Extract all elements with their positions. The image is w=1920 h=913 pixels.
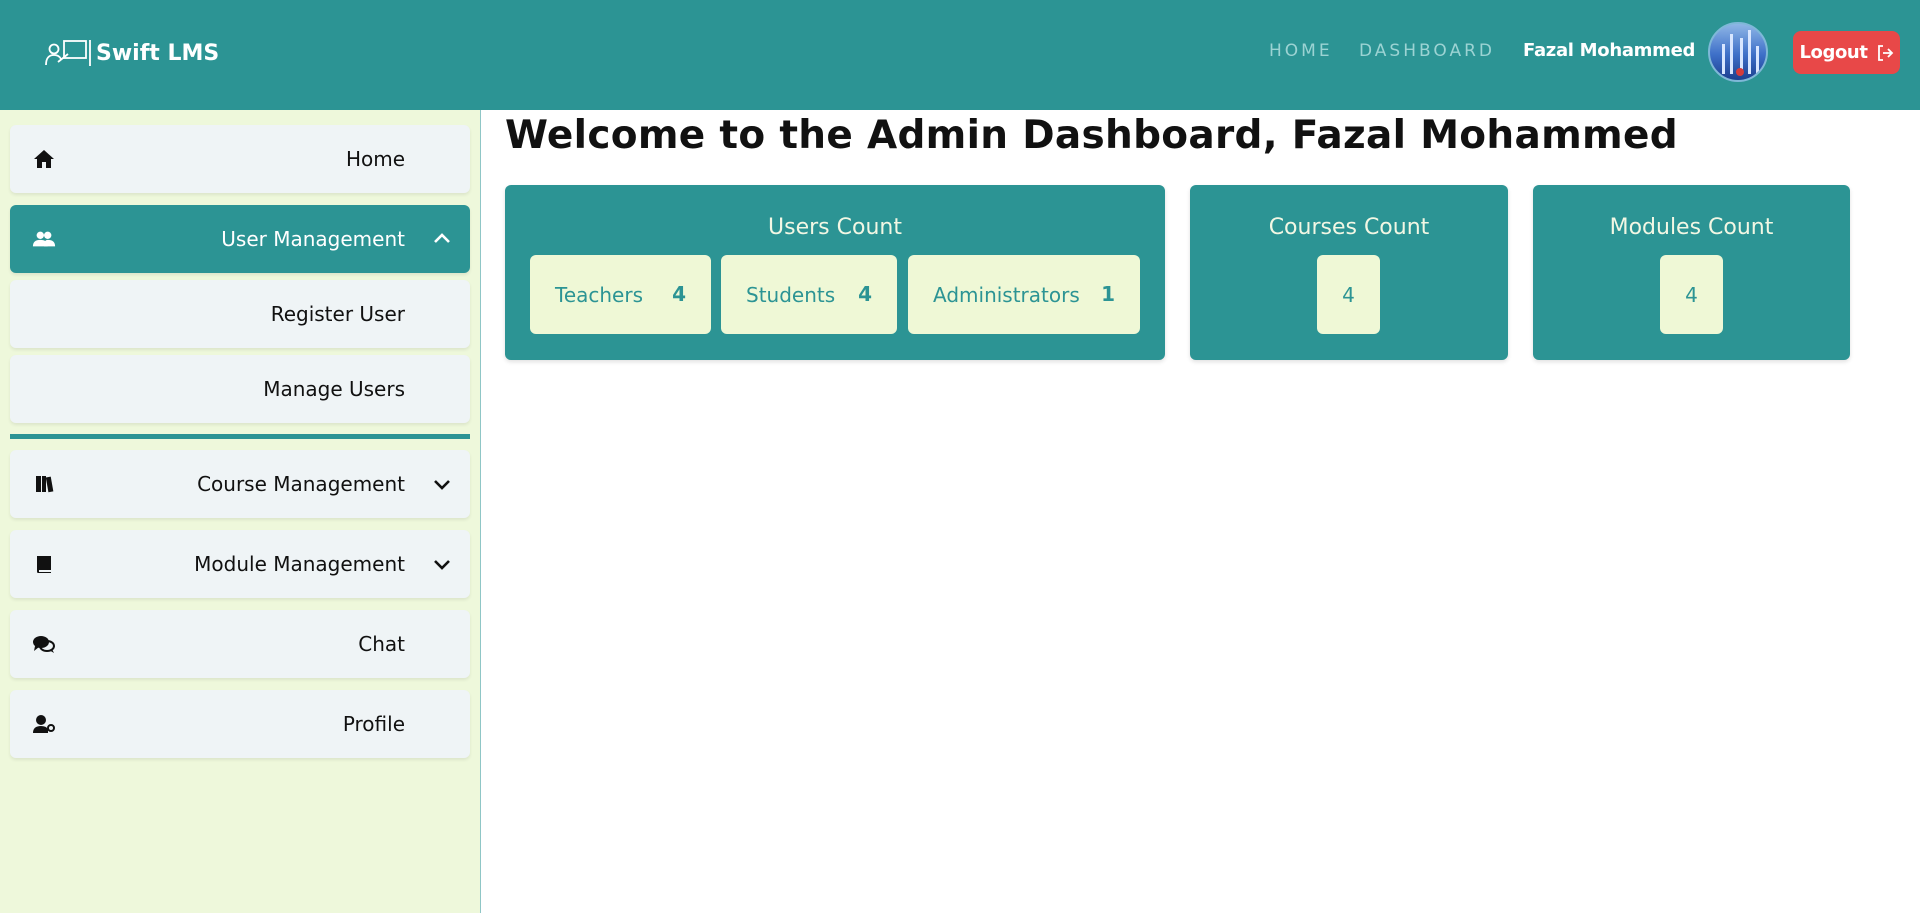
chat-icon (32, 633, 56, 655)
pill-value: 1 (1101, 282, 1115, 306)
teachers-count-pill: Teachers 4 (530, 255, 711, 334)
sidebar-item-label: Module Management (194, 552, 405, 576)
brand-name: Swift LMS (96, 40, 220, 66)
pill-label: Teachers (555, 283, 643, 307)
sidebar-item-module-management[interactable]: Module Management (10, 530, 470, 598)
sidebar: Home User Management Register User Manag… (0, 110, 481, 913)
teacher-board-icon (45, 40, 91, 66)
card-title: Modules Count (1609, 215, 1774, 240)
pill-label: Students (746, 283, 836, 307)
pill-value: 4 (858, 282, 872, 306)
pill-label: Administrators (933, 283, 1080, 307)
sidebar-item-course-management[interactable]: Course Management (10, 450, 470, 518)
users-icon (32, 228, 56, 250)
sidebar-item-label: Home (345, 147, 405, 171)
sidebar-subitem-manage-users[interactable]: Manage Users (10, 355, 470, 423)
chevron-up-icon[interactable] (432, 229, 452, 249)
avatar[interactable] (1708, 22, 1768, 82)
courses-count-pill: 4 (1317, 255, 1380, 334)
top-navbar: Swift LMS HOME DASHBOARD Fazal Mohammed … (0, 0, 1920, 110)
sidebar-item-label: Course Management (197, 472, 405, 496)
brand-logo[interactable]: Swift LMS (44, 38, 219, 68)
logout-button[interactable]: Logout (1793, 31, 1900, 74)
students-count-pill: Students 4 (721, 255, 897, 334)
books-icon (32, 473, 56, 495)
sidebar-item-profile[interactable]: Profile (10, 690, 470, 758)
modules-count-pill: 4 (1660, 255, 1723, 334)
chevron-down-icon[interactable] (432, 554, 452, 574)
card-title: Users Count (768, 215, 902, 240)
sidebar-item-label: Manage Users (263, 377, 405, 401)
card-title: Courses Count (1268, 215, 1430, 240)
sidebar-subitem-register-user[interactable]: Register User (10, 280, 470, 348)
modules-count-card: Modules Count 4 (1533, 185, 1850, 360)
sign-out-icon (1877, 44, 1893, 61)
users-count-card: Users Count Teachers 4 Students 4 Admini… (505, 185, 1165, 360)
user-name[interactable]: Fazal Mohammed (1523, 40, 1695, 61)
pill-value: 4 (1685, 282, 1698, 307)
sidebar-item-user-management[interactable]: User Management (10, 205, 470, 273)
user-gear-icon (32, 713, 56, 735)
sidebar-item-chat[interactable]: Chat (10, 610, 470, 678)
courses-count-card: Courses Count 4 (1190, 185, 1508, 360)
sidebar-item-label: Profile (342, 712, 405, 736)
administrators-count-pill: Administrators 1 (908, 255, 1140, 334)
chevron-down-icon[interactable] (432, 474, 452, 494)
home-icon (32, 148, 56, 170)
nav-dashboard-link[interactable]: DASHBOARD (1359, 41, 1495, 61)
pill-value: 4 (672, 282, 686, 306)
sidebar-item-label: Chat (358, 632, 405, 656)
sidebar-item-label: User Management (221, 227, 405, 251)
sidebar-item-label: Register User (270, 302, 405, 326)
nav-home-link[interactable]: HOME (1269, 41, 1333, 61)
page-title: Welcome to the Admin Dashboard, Fazal Mo… (505, 113, 1678, 158)
sidebar-item-home[interactable]: Home (10, 125, 470, 193)
section-divider (10, 434, 470, 439)
logout-label: Logout (1799, 42, 1868, 63)
pill-value: 4 (1342, 282, 1355, 307)
book-icon (32, 553, 56, 575)
